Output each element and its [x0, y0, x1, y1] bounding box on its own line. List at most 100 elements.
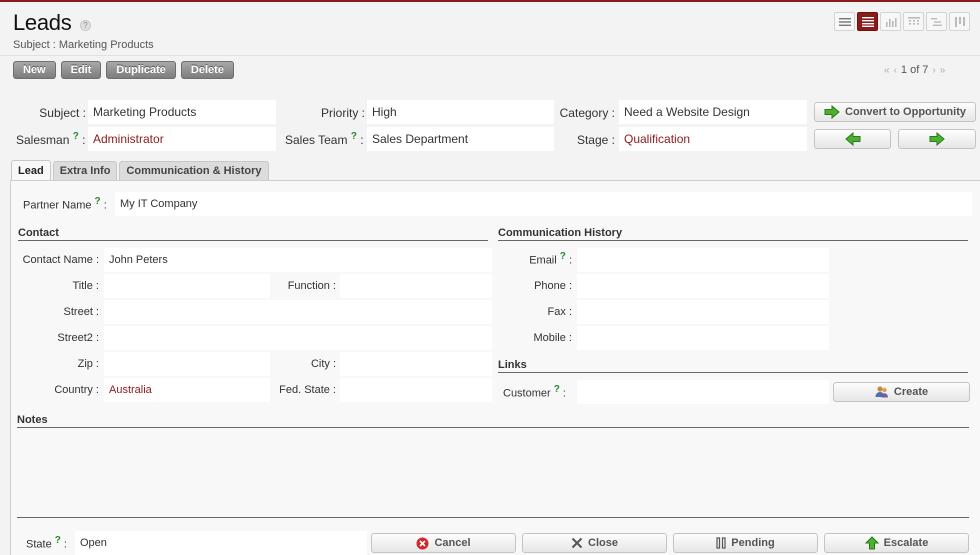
fed-state-label: Fed. State :: [279, 384, 336, 396]
page-title: Leads: [13, 10, 72, 35]
cancel-label: Cancel: [434, 537, 471, 549]
partner-name-help-icon[interactable]: ?: [95, 196, 101, 207]
escalate-label: Escalate: [883, 537, 929, 549]
notes-textarea[interactable]: [17, 430, 969, 518]
duplicate-button[interactable]: Duplicate: [106, 61, 176, 79]
kanban-view-button[interactable]: [949, 12, 970, 31]
city-field[interactable]: [340, 352, 492, 376]
form-icon: [861, 16, 874, 27]
record-subtitle: Subject : Marketing Products: [13, 39, 154, 51]
convert-to-opportunity-button[interactable]: Convert to Opportunity: [814, 102, 976, 122]
edit-button[interactable]: Edit: [60, 61, 102, 79]
escalate-button[interactable]: Escalate: [824, 533, 969, 553]
pending-label: Pending: [731, 537, 775, 549]
pending-button[interactable]: Pending: [673, 533, 818, 553]
create-customer-button[interactable]: Create: [833, 382, 970, 402]
customer-field[interactable]: [577, 380, 829, 404]
street-field[interactable]: [104, 300, 492, 324]
phone-field[interactable]: [577, 274, 829, 298]
calendar-view-button[interactable]: [903, 12, 924, 31]
mobile-field[interactable]: [577, 326, 829, 350]
state-help-icon[interactable]: ?: [55, 535, 61, 546]
users-icon: [875, 386, 888, 398]
fax-label: Fax :: [547, 306, 572, 318]
email-field[interactable]: [577, 248, 829, 272]
cancel-button[interactable]: Cancel: [371, 533, 516, 553]
form-view-button[interactable]: [857, 12, 878, 31]
convert-to-opportunity-label: Convert to Opportunity: [845, 106, 966, 118]
bar-chart-icon: [885, 17, 897, 27]
tab-extra-info[interactable]: Extra Info: [52, 161, 118, 180]
priority-label: Priority :: [320, 106, 365, 120]
salesman-help-icon[interactable]: ?: [73, 131, 79, 142]
cancel-icon: [416, 537, 429, 549]
street2-label: Street2 :: [57, 332, 99, 344]
email-label: Email ? :: [529, 251, 572, 267]
state-label: State ? :: [26, 535, 67, 551]
notes-bottom-divider: [17, 517, 969, 518]
city-label: City :: [310, 358, 336, 370]
state-field: Open: [75, 531, 367, 555]
title-label: Title :: [72, 280, 100, 292]
previous-record-icon[interactable]: ‹: [894, 65, 897, 76]
action-toolbar: New Edit Duplicate Delete: [13, 61, 234, 79]
fax-field[interactable]: [577, 300, 829, 324]
function-field[interactable]: [340, 274, 492, 298]
contact-name-field[interactable]: John Peters: [104, 248, 492, 272]
country-field[interactable]: Australia: [104, 378, 270, 402]
partner-name-label: Partner Name ? :: [23, 196, 107, 212]
gantt-view-button[interactable]: [926, 12, 947, 31]
pause-icon: [716, 537, 726, 549]
previous-stage-button[interactable]: [814, 129, 891, 149]
first-record-icon[interactable]: «: [884, 65, 890, 76]
zip-field[interactable]: [104, 352, 270, 376]
contact-name-label: Contact Name :: [22, 254, 99, 266]
delete-button[interactable]: Delete: [180, 61, 234, 79]
arrow-up-icon: [864, 536, 879, 550]
communication-history-section-header: Communication History: [498, 227, 968, 241]
form-tabs: Lead Extra Info Communication & History: [11, 160, 269, 181]
function-label: Function :: [287, 280, 336, 292]
street2-field[interactable]: [104, 326, 492, 350]
tab-lead[interactable]: Lead: [11, 160, 51, 181]
pager-position: 1 of 7: [900, 64, 929, 76]
arrow-left-icon: [844, 132, 860, 146]
street-label: Street :: [63, 306, 99, 318]
category-field[interactable]: Need a Website Design: [619, 100, 807, 124]
list-view-button[interactable]: [834, 12, 855, 31]
create-label: Create: [893, 386, 929, 398]
next-record-icon[interactable]: ›: [932, 65, 935, 76]
help-icon[interactable]: ?: [80, 20, 91, 31]
graph-view-button[interactable]: [880, 12, 901, 31]
salesman-label: Salesman ? :: [16, 131, 86, 147]
view-switcher: [834, 12, 970, 31]
email-help-icon[interactable]: ?: [560, 251, 566, 262]
priority-field[interactable]: High: [367, 100, 554, 124]
customer-label: Customer ? :: [503, 384, 566, 400]
category-label: Category :: [559, 106, 615, 120]
subject-field[interactable]: Marketing Products: [88, 100, 276, 124]
last-record-icon[interactable]: »: [940, 65, 946, 76]
stage-field[interactable]: Qualification: [619, 127, 807, 151]
close-button[interactable]: Close: [522, 533, 667, 553]
notes-section-header: Notes: [17, 414, 969, 428]
sales-team-help-icon[interactable]: ?: [351, 131, 357, 142]
title-field[interactable]: [104, 274, 270, 298]
salesman-field[interactable]: Administrator: [88, 127, 276, 151]
subject-label: Subject :: [39, 106, 86, 120]
tab-communication-history[interactable]: Communication & History: [119, 161, 269, 180]
mobile-label: Mobile :: [533, 332, 572, 344]
zip-label: Zip :: [77, 358, 99, 370]
customer-help-icon[interactable]: ?: [554, 384, 560, 395]
partner-name-field[interactable]: My IT Company: [115, 192, 972, 216]
sales-team-field[interactable]: Sales Department: [367, 127, 554, 151]
country-label: Country :: [54, 384, 99, 396]
phone-label: Phone :: [534, 280, 572, 292]
new-button[interactable]: New: [13, 61, 56, 79]
stage-label: Stage :: [576, 133, 615, 147]
fed-state-field[interactable]: [340, 378, 492, 402]
next-stage-button[interactable]: [898, 129, 976, 149]
top-accent-line: [0, 0, 980, 2]
links-section-header: Links: [498, 359, 968, 373]
pager: « ‹ 1 of 7 › »: [884, 64, 945, 76]
